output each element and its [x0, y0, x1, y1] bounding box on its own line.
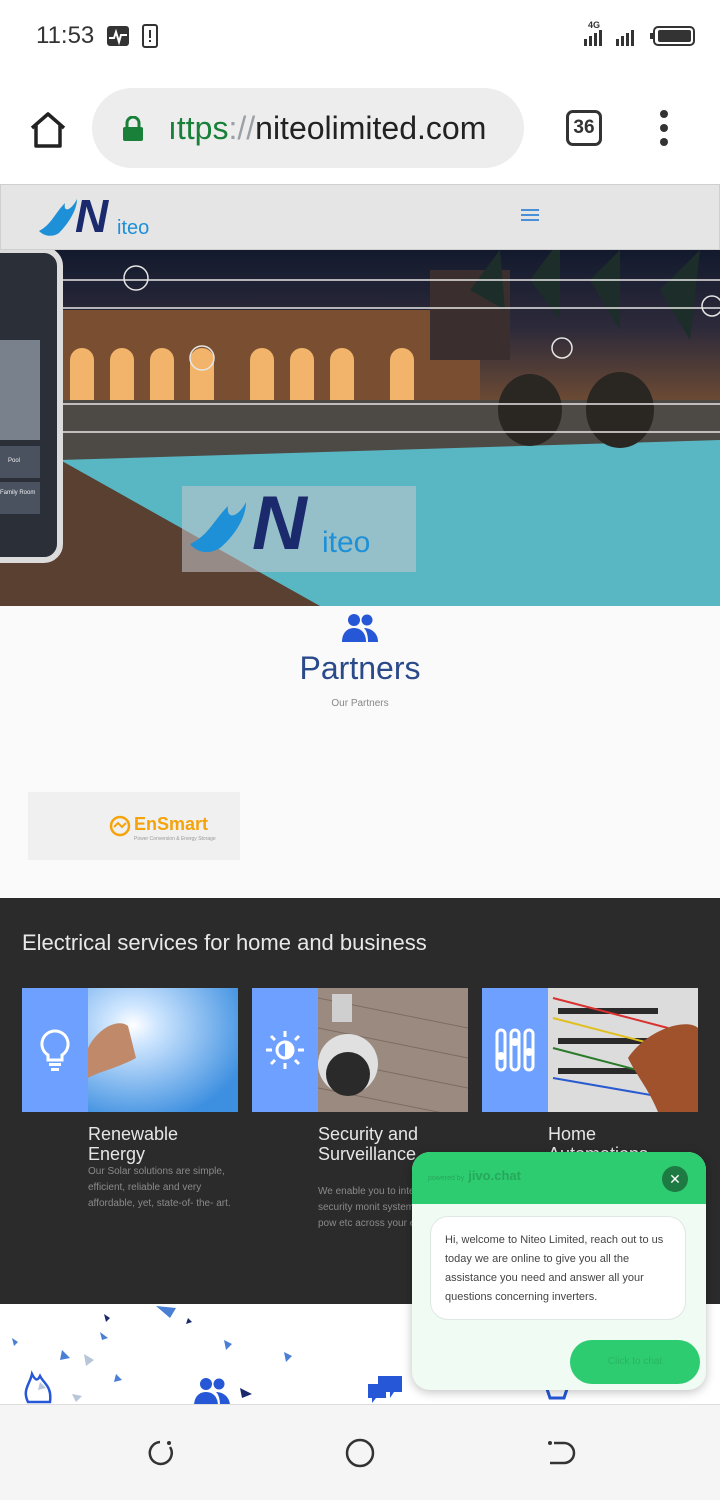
service-icon-box — [482, 988, 548, 1112]
signal-icon — [584, 30, 634, 46]
partners-subtitle: Our Partners — [331, 698, 389, 709]
chat-close-button[interactable]: ✕ — [662, 1166, 688, 1192]
alert-icon — [142, 24, 158, 48]
security-camera-photo — [318, 988, 468, 1112]
chat-brand-name: jivo.chat — [468, 1168, 521, 1183]
hero-logo-letter: N — [252, 481, 307, 566]
site-header: N iteo — [0, 184, 720, 250]
browser-toolbar: ıttps://niteolimited.com 36 — [0, 72, 720, 184]
flame-icon — [24, 1370, 52, 1404]
hero-logo-text: iteo — [322, 526, 371, 559]
hero-logo: N iteo — [182, 481, 416, 572]
url-separator: :// — [228, 110, 256, 146]
activity-icon — [107, 26, 129, 46]
service-icon-box — [252, 988, 318, 1112]
users-icon — [342, 614, 378, 642]
ensmart-logo-icon — [109, 815, 131, 837]
partners-section: Partners Our Partners EnSmart Power Conv… — [0, 606, 720, 898]
service-description: Our Solar solutions are simple, efficien… — [88, 1166, 231, 1209]
users-icon — [194, 1378, 230, 1404]
battery-icon — [650, 26, 695, 46]
powered-by-label: powered by — [428, 1175, 465, 1182]
service-card-image — [22, 988, 238, 1112]
url-host: niteolimited.com — [255, 110, 487, 146]
partner-name: EnSmart — [134, 814, 209, 834]
navigation-bar — [0, 1404, 720, 1500]
hamburger-menu-icon[interactable] — [521, 209, 539, 223]
site-logo[interactable]: N iteo — [37, 190, 167, 243]
lightbulb-icon — [40, 1029, 70, 1071]
chat-brand: powered by jivo.chat — [428, 1168, 521, 1183]
lock-icon — [123, 116, 143, 141]
solar-sun-photo — [88, 988, 238, 1112]
tablet-label-family-room: Family Room — [0, 490, 36, 496]
home-nav-icon[interactable] — [342, 1435, 378, 1471]
service-icon-box — [22, 988, 88, 1112]
tab-switcher-button[interactable]: 36 — [566, 110, 602, 146]
service-card-image — [482, 988, 698, 1112]
url-text: ıttps://niteolimited.com — [168, 110, 486, 147]
status-bar: 11:53 4G — [0, 0, 720, 72]
recent-apps-icon[interactable] — [142, 1435, 178, 1471]
tablet-label-pool: Pool — [8, 458, 21, 464]
status-time: 11:53 — [36, 22, 95, 49]
chat-welcome-message: Hi, welcome to Niteo Limited, reach out … — [430, 1216, 686, 1320]
electrical-panel-photo — [548, 988, 698, 1112]
chat-header: powered by jivo.chat ✕ — [412, 1152, 706, 1204]
services-heading: Electrical services for home and busines… — [22, 930, 427, 955]
partner-logo-ensmart[interactable]: EnSmart Power Conversion & Energy Storag… — [28, 792, 240, 860]
url-bar[interactable]: ıttps://niteolimited.com — [92, 88, 524, 168]
chat-widget: powered by jivo.chat ✕ Hi, welcome to Nit… — [412, 1152, 706, 1390]
url-scheme: ıttps — [168, 110, 229, 146]
service-title: Renewable Energy — [88, 1124, 179, 1164]
service-card-image — [252, 988, 468, 1112]
sun-icon — [266, 1031, 304, 1069]
service-card-security[interactable]: Security and Surveillance We enable you … — [252, 988, 468, 1229]
home-icon[interactable] — [24, 106, 72, 154]
partner-tagline: Power Conversion & Energy Storage — [134, 836, 216, 842]
chat-bubbles-icon — [368, 1376, 402, 1403]
partners-title: Partners — [299, 650, 421, 686]
logo-letter: N — [75, 190, 109, 242]
service-card-renewable-energy[interactable]: Renewable Energy Our Solar solutions are… — [22, 988, 238, 1209]
click-to-chat-button[interactable]: Click to chat — [570, 1340, 700, 1384]
logo-text: iteo — [117, 217, 150, 239]
service-card-home-automation[interactable]: Home Automations — [482, 988, 698, 1164]
sliders-icon — [495, 1028, 535, 1072]
hero-banner: Pool Family Room N iteo — [0, 250, 720, 606]
overflow-menu-icon[interactable] — [656, 110, 672, 150]
back-icon[interactable] — [542, 1435, 578, 1471]
